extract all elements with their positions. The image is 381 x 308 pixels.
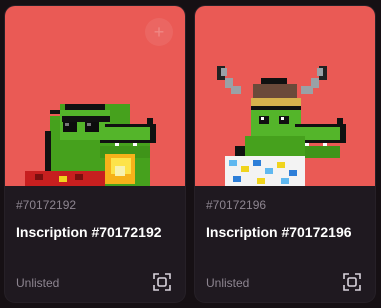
inscription-grid: + #70172192 Inscription #70172192 Unlist… (0, 0, 381, 308)
inscription-image[interactable]: + (5, 6, 185, 186)
inscription-number: #70172192 (16, 198, 77, 212)
inscription-number: #70172196 (206, 198, 267, 212)
inscription-title[interactable]: Inscription #70172192 (16, 224, 174, 240)
plus-icon: + (153, 22, 165, 42)
scan-frame-button[interactable] (151, 271, 173, 293)
scan-frame-button[interactable] (341, 271, 363, 293)
card-info: #70172196 Inscription #70172196 Unlisted (195, 186, 375, 302)
scan-frame-icon (343, 273, 361, 291)
inscription-title[interactable]: Inscription #70172196 (206, 224, 364, 240)
listing-status: Unlisted (16, 276, 60, 290)
inscription-image[interactable] (195, 6, 375, 186)
listing-status: Unlisted (206, 276, 250, 290)
inscription-card[interactable]: + #70172192 Inscription #70172192 Unlist… (5, 6, 185, 302)
scan-frame-icon (153, 273, 171, 291)
card-info: #70172192 Inscription #70172192 Unlisted (5, 186, 185, 302)
add-button[interactable]: + (145, 18, 173, 46)
croc-pixel-art (217, 66, 346, 186)
inscription-card[interactable]: #70172196 Inscription #70172196 Unlisted (195, 6, 375, 302)
